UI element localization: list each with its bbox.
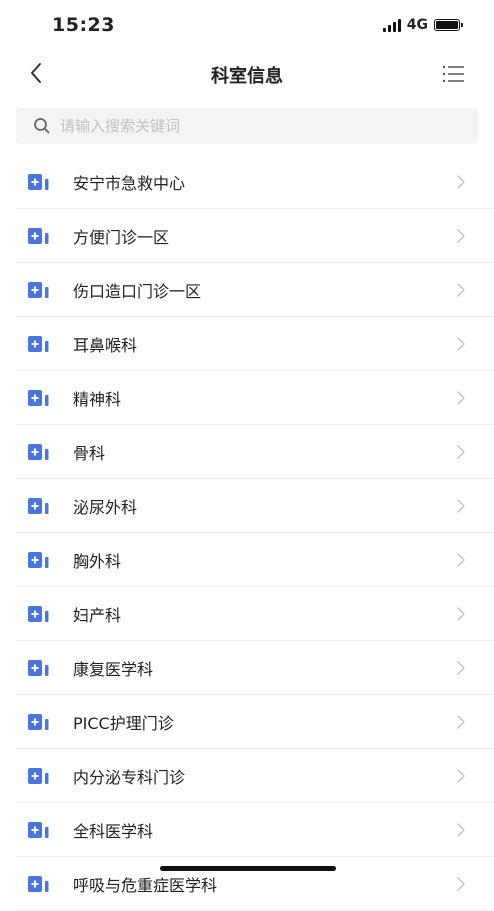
department-label: 方便门诊一区 [73,227,170,247]
list-menu-icon [442,65,464,83]
department-item[interactable]: 耳鼻喉科 [16,317,494,371]
menu-button[interactable] [440,62,468,86]
department-item[interactable]: 精神科 [16,371,494,425]
department-icon [28,227,49,244]
chevron-right-icon [457,769,465,783]
department-label: 妇产科 [73,605,122,625]
department-icon [28,281,49,298]
department-label: 内分泌专科门诊 [73,767,186,787]
department-item[interactable]: PICC护理门诊 [16,695,494,749]
department-label: 康复医学科 [73,659,154,679]
department-label: 安宁市急救中心 [73,173,186,193]
home-indicator[interactable] [160,866,336,871]
status-indicators: 4G [382,17,463,33]
search-icon [34,118,50,134]
department-item[interactable]: 康复医学科 [16,641,494,695]
chevron-right-icon [457,553,465,567]
department-item[interactable]: 安宁市急救中心 [16,155,494,209]
department-item[interactable]: 伤口造口门诊一区 [16,263,494,317]
chevron-right-icon [457,715,465,729]
search-bar[interactable] [16,108,478,144]
department-item[interactable]: 内分泌专科门诊 [16,749,494,803]
page-title: 科室信息 [211,66,283,87]
chevron-right-icon [457,661,465,675]
nav-bar: 科室信息 [0,52,494,96]
department-label: 胸外科 [73,551,122,571]
department-item[interactable]: 妇产科 [16,587,494,641]
department-icon [28,821,49,838]
search-input[interactable] [58,116,442,136]
department-item[interactable]: 方便门诊一区 [16,209,494,263]
department-icon [28,767,49,784]
department-icon [28,389,49,406]
department-label: 骨科 [73,443,106,463]
department-icon [28,551,49,568]
department-icon [28,875,49,892]
signal-icon [382,18,401,32]
department-icon [28,173,49,190]
department-label: 耳鼻喉科 [73,335,138,355]
department-item[interactable]: 全科医学科 [16,803,494,857]
network-type: 4G [406,17,428,33]
chevron-right-icon [457,445,465,459]
department-label: 泌尿外科 [73,497,138,517]
battery-icon [434,19,463,31]
chevron-right-icon [457,391,465,405]
department-label: 呼吸与危重症医学科 [73,875,218,895]
chevron-right-icon [457,229,465,243]
chevron-right-icon [457,607,465,621]
department-label: 伤口造口门诊一区 [73,281,202,301]
department-label: 精神科 [73,389,122,409]
department-item[interactable]: 泌尿外科 [16,479,494,533]
department-list: 安宁市急救中心 方便门诊一区伤口造口门诊一区 耳鼻喉科精神科骨科泌尿外科胸外科妇产科… [16,155,494,911]
department-icon [28,713,49,730]
chevron-right-icon [457,499,465,513]
chevron-right-icon [457,337,465,351]
chevron-right-icon [457,877,465,891]
status-bar: 15:23 4G [0,0,494,52]
chevron-right-icon [457,283,465,297]
department-item[interactable]: 胸外科 [16,533,494,587]
department-item[interactable]: 骨科 [16,425,494,479]
department-icon [28,497,49,514]
status-time: 15:23 [52,14,115,36]
department-icon [28,443,49,460]
department-label: 全科医学科 [73,821,154,841]
department-label: PICC护理门诊 [73,713,174,733]
chevron-right-icon [457,823,465,837]
department-icon [28,335,49,352]
department-icon [28,659,49,676]
chevron-right-icon [457,175,465,189]
department-icon [28,605,49,622]
